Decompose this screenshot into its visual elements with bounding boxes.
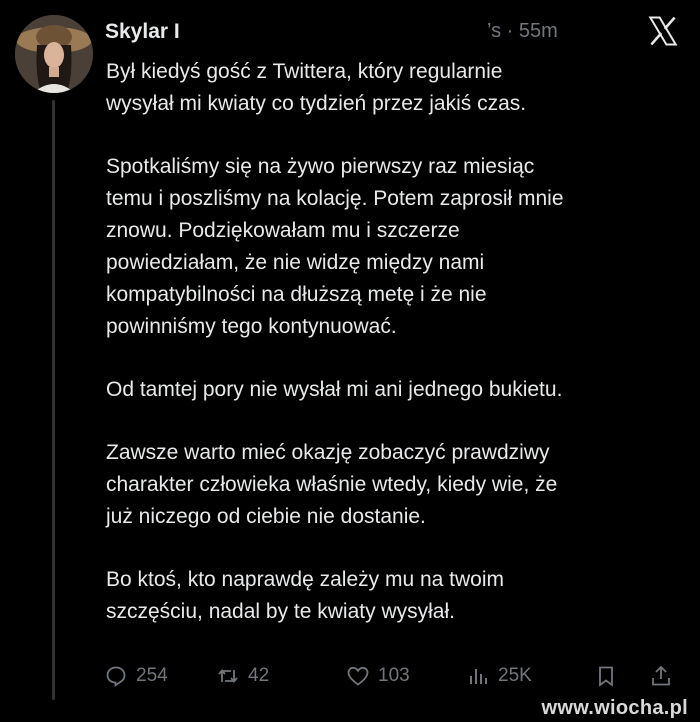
watermark: www.wiocha.pl [541,697,688,719]
like-icon [347,666,369,686]
repost-button[interactable]: 42 [216,664,269,688]
action-bar: 254 42 103 25K [104,664,684,696]
tweet-paragraph: Bo ktoś, kto naprawdę zależy mu na twoim… [106,568,505,623]
repost-icon [218,669,238,683]
reply-icon [106,666,126,687]
tweet-body: Był kiedyś gość z Twittera, który regula… [106,56,686,659]
author-name[interactable]: Skylar I [105,20,180,44]
thread-line [52,100,55,700]
view-count: 25K [498,665,532,686]
like-button[interactable]: 103 [346,664,410,688]
repost-count: 42 [248,665,270,686]
like-count: 103 [378,665,410,686]
avatar-photo [15,15,93,93]
share-icon [652,665,670,686]
bookmark-button[interactable] [594,664,618,688]
tweet-paragraph: Był kiedyś gość z Twittera, który regula… [106,60,527,115]
timestamp[interactable]: ’s · 55m [487,20,558,43]
tweet-paragraph: Zawsze warto mieć okazję zobaczyć prawdz… [106,441,558,528]
views-button[interactable]: 25K [466,664,532,688]
reply-button[interactable]: 254 [104,664,168,688]
tweet-header: Skylar I ’s · 55m [105,16,680,50]
tweet-paragraph: Spotkaliśmy się na żywo pierwszy raz mie… [106,155,564,338]
avatar[interactable] [15,15,93,93]
tweet-paragraph: Od tamtej pory nie wysłał mi ani jednego… [106,378,563,401]
reply-count: 254 [136,665,168,686]
x-logo-icon[interactable] [646,14,680,48]
views-icon [470,669,487,684]
share-button[interactable] [649,664,673,688]
bookmark-icon [599,666,613,687]
